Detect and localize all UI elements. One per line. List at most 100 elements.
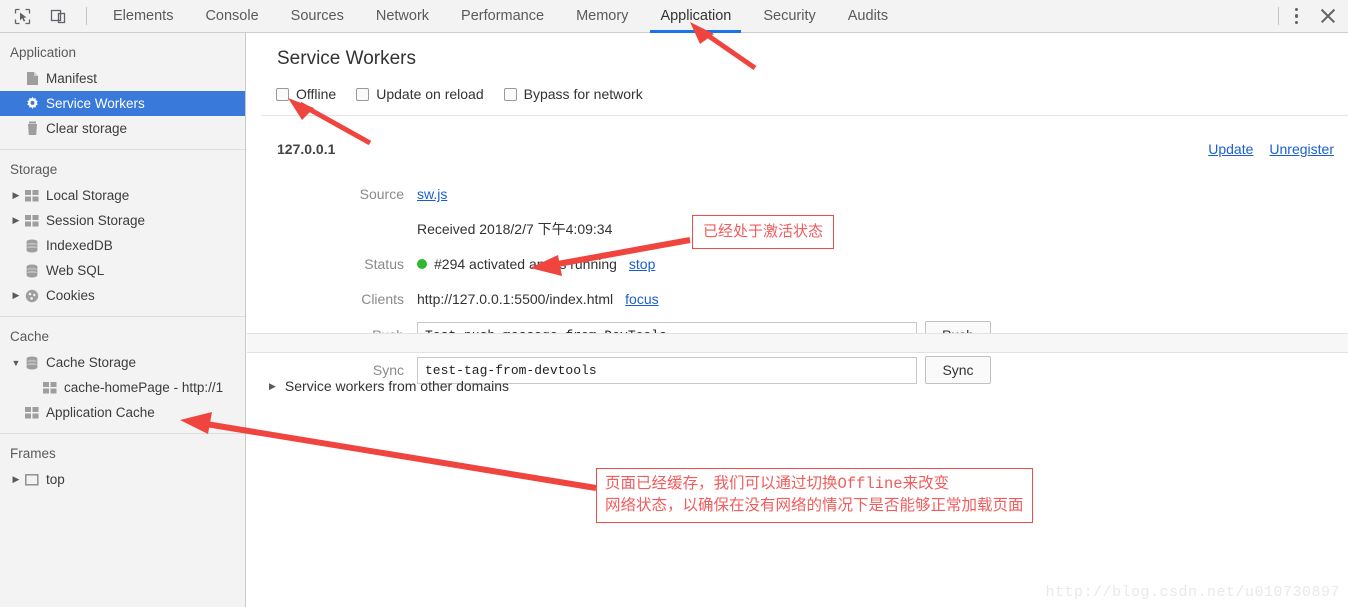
database-icon [22,264,42,278]
toolbar-right-divider [1277,7,1279,25]
sidebar-item-manifest[interactable]: Manifest [0,66,245,91]
table-icon [40,381,60,394]
sync-button[interactable]: Sync [925,356,991,384]
source-file-link[interactable]: sw.js [417,186,447,202]
service-worker-origin: 127.0.0.1 [277,141,336,157]
tab-elements[interactable]: Elements [97,0,189,33]
sidebar-item-top-frame[interactable]: ▶ top [0,467,245,492]
tab-label: Network [375,8,430,24]
tab-console[interactable]: Console [189,0,274,33]
tab-label: Sources [290,8,344,24]
tab-memory[interactable]: Memory [560,0,644,33]
sidebar-item-clear-storage[interactable]: Clear storage [0,116,245,141]
row-received: Received 2018/2/7 下午4:09:34 [247,214,1348,244]
update-link[interactable]: Update [1208,141,1253,157]
checkbox-update-on-reload[interactable]: Update on reload [356,86,484,102]
clients-label: Clients [361,291,404,307]
chevron-right-icon[interactable]: ▶ [269,381,276,392]
tab-label: Memory [576,8,629,24]
watermark-text: http://blog.csdn.net/u010730897 [1045,584,1340,601]
sidebar-item-label: top [46,472,65,487]
frame-icon [22,473,42,486]
sidebar-item-label: Clear storage [46,121,128,136]
sidebar-item-cache-storage[interactable]: ▼ Cache Storage [0,350,245,375]
tab-application[interactable]: Application [644,0,747,33]
device-toolbar-icon[interactable] [44,2,72,30]
checkbox-box[interactable] [356,87,370,101]
focus-link[interactable]: focus [625,291,658,307]
sync-label: Sync [372,362,404,378]
service-worker-options: Offline Update on reload Bypass for netw… [276,86,643,102]
sidebar-item-application-cache[interactable]: Application Cache [0,400,245,425]
checkbox-label: Update on reload [376,86,484,102]
received-value: Received 2018/2/7 下午4:09:34 [417,221,613,237]
sidebar-item-label: Cookies [46,288,95,303]
chevron-right-icon[interactable]: ▶ [10,215,22,226]
database-icon [22,356,42,370]
source-label: Source [359,186,404,202]
sidebar-item-cache-homepage[interactable]: cache-homePage - http://1 [0,375,245,400]
sidebar-item-session-storage[interactable]: ▶ Session Storage [0,208,245,233]
tab-label: Security [763,8,816,24]
checkbox-offline[interactable]: Offline [276,86,336,102]
sidebar-item-label: Service Workers [46,96,145,111]
service-workers-panel: Service Workers Offline Update on reload… [247,33,1348,607]
sidebar-item-web-sql[interactable]: ▶ Web SQL [0,258,245,283]
tab-network[interactable]: Network [360,0,445,33]
checkbox-box[interactable] [503,87,517,101]
tab-security[interactable]: Security [747,0,831,33]
manifest-file-icon [22,71,42,86]
sidebar-section-cache: Cache [10,329,50,344]
sidebar-item-label: Web SQL [46,263,105,278]
tab-label: Elements [113,8,174,24]
chevron-right-icon[interactable]: ▶ [10,474,22,485]
cookie-icon [22,289,42,303]
panel-tabs: Elements Console Sources Network Perform… [97,0,904,33]
devtools-toolbar: Elements Console Sources Network Perform… [0,0,1348,33]
chevron-right-icon[interactable]: ▶ [10,190,22,201]
sidebar-item-indexeddb[interactable]: ▶ IndexedDB [0,233,245,258]
section-band [247,334,1348,352]
toolbar-right-controls [1277,0,1348,33]
row-status: Status #294 activated and is running sto… [247,249,1348,279]
status-label: Status [364,256,404,272]
stop-link[interactable]: stop [629,256,655,272]
unregister-link[interactable]: Unregister [1269,141,1334,157]
section-divider-bottom [247,352,1348,353]
trash-icon [22,121,42,136]
service-worker-actions: Update Unregister [1208,141,1334,157]
sidebar-item-cookies[interactable]: ▶ Cookies [0,283,245,308]
status-indicator-icon [417,259,427,269]
sidebar-item-service-workers[interactable]: Service Workers [0,91,245,116]
more-options-icon[interactable] [1291,4,1303,29]
other-domains-label: Service workers from other domains [284,378,509,394]
row-source: Source sw.js [247,179,1348,209]
inspect-cursor-icon[interactable] [8,2,36,30]
source-value: sw.js [417,186,447,202]
tab-performance[interactable]: Performance [445,0,560,33]
close-icon[interactable] [1318,6,1338,26]
status-value: #294 activated and is running stop [417,256,655,272]
sidebar-item-local-storage[interactable]: ▶ Local Storage [0,183,245,208]
sidebar-item-label: Manifest [46,71,98,86]
status-text: #294 activated and is running [434,256,617,272]
sidebar-item-label: Session Storage [46,213,146,228]
tab-sources[interactable]: Sources [275,0,360,33]
devtools-window: Elements Console Sources Network Perform… [0,0,1348,607]
page-title: Service Workers [277,48,417,69]
tab-label: Audits [847,8,889,24]
service-worker-details: Source sw.js Received 2018/2/7 下午4:09:34… [247,179,1348,390]
sidebar-item-label: Cache Storage [46,355,137,370]
gear-icon [22,96,42,111]
checkbox-bypass-for-network[interactable]: Bypass for network [503,86,643,102]
sidebar-item-label: IndexedDB [46,238,113,253]
sidebar-item-label: cache-homePage - http://1 [64,380,224,395]
chevron-right-icon[interactable]: ▶ [10,290,22,301]
tab-audits[interactable]: Audits [832,0,904,33]
checkbox-box[interactable] [276,87,289,101]
panel-divider [261,115,1348,116]
checkbox-label: Bypass for network [523,86,643,102]
clients-value: http://127.0.0.1:5500/index.html focus [417,291,659,307]
other-domains-row[interactable]: ▶ Service workers from other domains [269,378,509,394]
chevron-down-icon[interactable]: ▼ [10,358,22,368]
